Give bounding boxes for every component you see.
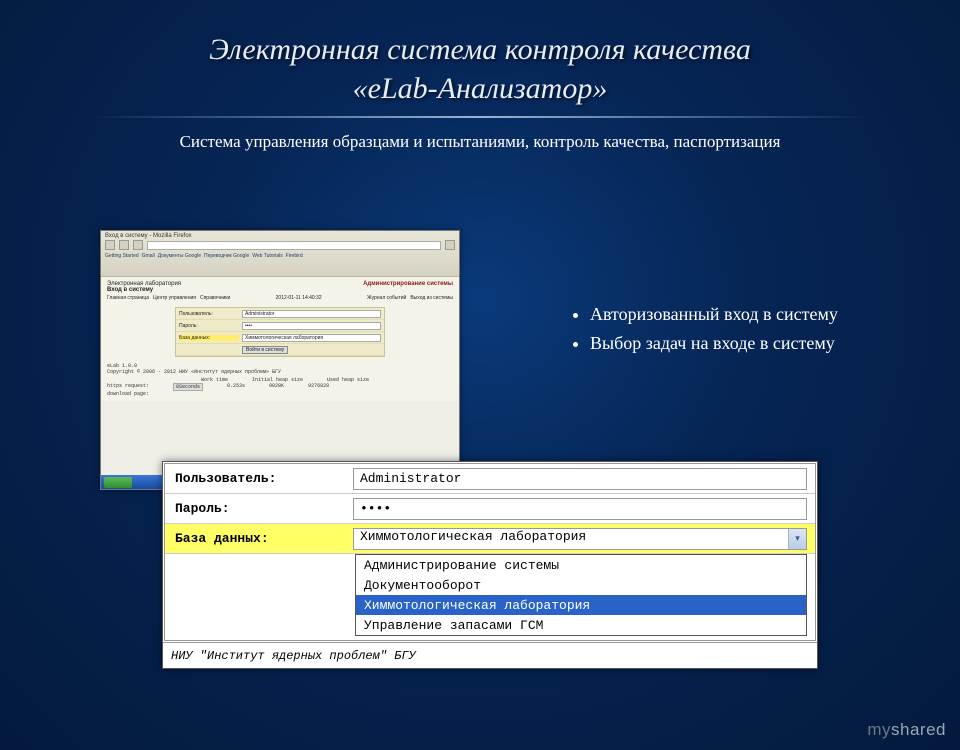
nav-link[interactable]: Главная страница [107, 295, 149, 301]
nav-link[interactable]: Журнал событий [367, 295, 406, 301]
user-input[interactable] [353, 468, 807, 490]
nav-link[interactable]: Центр управления [153, 295, 196, 301]
page-heading: Вход в систему [107, 287, 181, 293]
bookmark-link[interactable]: Документы Google [158, 253, 201, 259]
system-mode: Администрирование системы [363, 281, 453, 293]
watermark: myshared [867, 720, 946, 740]
db-label: База данных: [165, 531, 345, 546]
db-dropdown: Администрирование системы Документооборо… [355, 554, 807, 636]
db-select[interactable]: Химмотологическая лаборатория ▾ [353, 528, 807, 550]
nav-link[interactable]: Выход из системы [410, 295, 453, 301]
pass-input[interactable]: •••• [242, 322, 381, 330]
login-button[interactable]: Войти в систему [242, 346, 288, 354]
feature-item: Авторизованный вход в систему [590, 300, 838, 329]
address-bar[interactable] [147, 241, 441, 250]
bookmark-link[interactable]: Переводчик Google [204, 253, 249, 259]
db-select[interactable]: Химмотологическая лаборатория [242, 334, 381, 342]
dropdown-option[interactable]: Документооборот [356, 575, 806, 595]
user-input[interactable]: Administrator [242, 310, 381, 318]
start-button[interactable] [104, 477, 132, 488]
dropdown-option[interactable]: Управление запасами ГСМ [356, 615, 806, 635]
nav-go-button[interactable] [445, 240, 455, 250]
bookmark-link[interactable]: Gmail [142, 253, 155, 259]
user-label: Пользователь: [179, 311, 239, 317]
title-underline [90, 116, 870, 118]
feature-item: Выбор задач на входе в систему [590, 329, 838, 358]
chevron-down-icon[interactable]: ▾ [788, 529, 806, 549]
nav-reload-button[interactable] [133, 240, 143, 250]
dropdown-option-selected[interactable]: Химмотологическая лаборатория [356, 595, 806, 615]
pass-label: Пароль: [179, 323, 239, 329]
browser-chrome: Вход в систему - Mozilla Firefox Getting… [101, 231, 459, 277]
stats-block: eLab 1.0.0 Copyright © 2006 - 2012 НИУ «… [107, 363, 453, 397]
nav-link[interactable]: Справочники [200, 295, 230, 301]
pass-label: Пароль: [165, 501, 345, 516]
bookmark-link[interactable]: Web Tutorials [252, 253, 282, 259]
login-form-small: Пользователь: Administrator Пароль: ••••… [175, 307, 385, 357]
nav-back-button[interactable] [105, 240, 115, 250]
db-label: База данных: [179, 335, 239, 341]
datetime-label: 2012-01-11 14:40:32 [276, 295, 322, 301]
login-dialog: Пользователь: Пароль: База данных: Химмо… [162, 461, 818, 669]
pass-input[interactable] [353, 498, 807, 520]
feature-list: Авторизованный вход в систему Выбор зада… [570, 300, 838, 358]
bookmark-link[interactable]: Firebird [286, 253, 303, 259]
dialog-footer: НИУ "Институт ядерных проблем" БГУ [163, 642, 817, 668]
slide-subtitle: Система управления образцами и испытания… [0, 132, 960, 152]
dropdown-option[interactable]: Администрирование системы [356, 555, 806, 575]
bookmark-link[interactable]: Getting Started [105, 253, 139, 259]
browser-screenshot: Вход в систему - Mozilla Firefox Getting… [100, 230, 460, 490]
slide-title: Электронная система контроля качества «e… [0, 30, 960, 108]
nav-fwd-button[interactable] [119, 240, 129, 250]
user-label: Пользователь: [165, 471, 345, 486]
